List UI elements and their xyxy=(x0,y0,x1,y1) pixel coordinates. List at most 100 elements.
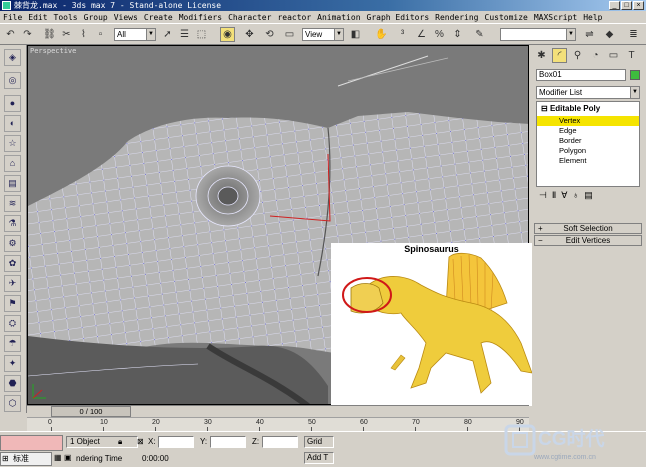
selection-filter-dropdown[interactable]: All ▼ xyxy=(114,28,156,41)
tool-icon-11[interactable]: ✿ xyxy=(4,255,21,272)
tool-icon-1[interactable]: ◈ xyxy=(4,49,21,66)
percent-snap-icon[interactable]: % xyxy=(432,27,447,42)
create-tab-icon[interactable]: ✱ xyxy=(534,48,549,63)
select-object-icon[interactable]: ▫ xyxy=(93,27,108,42)
menu-item-reactor[interactable]: reactor xyxy=(277,11,311,23)
modify-tab-icon[interactable]: ◜ xyxy=(552,48,567,63)
rollout-edit-vertices[interactable]: − Edit Vertices xyxy=(534,235,642,246)
lock-selection-icon[interactable]: 🔒︎ xyxy=(118,437,122,447)
maxscript-listener[interactable] xyxy=(0,435,63,451)
tool-icon-7[interactable]: ▤ xyxy=(4,175,21,192)
reference-coordinate-dropdown[interactable]: View ▼ xyxy=(302,28,344,41)
hierarchy-tab-icon[interactable]: ⚲ xyxy=(570,48,585,63)
menu-item-create[interactable]: Create xyxy=(144,11,173,23)
configure-sets-icon[interactable]: ▤ xyxy=(584,188,593,202)
select-arrow-icon[interactable]: ➚ xyxy=(160,27,175,42)
menu-item-edit[interactable]: Edit xyxy=(28,11,47,23)
tool-icon-4[interactable]: ◐ xyxy=(4,115,21,132)
tool-icon-10[interactable]: ⚙ xyxy=(4,235,21,252)
make-unique-icon[interactable]: ∀ xyxy=(561,188,567,202)
subobject-polygon[interactable]: Polygon xyxy=(537,146,639,156)
menu-item-group[interactable]: Group xyxy=(84,11,108,23)
tool-icon-12[interactable]: ✈ xyxy=(4,275,21,292)
rotate-icon[interactable]: ⟲ xyxy=(262,27,277,42)
viewport-label[interactable]: Perspective xyxy=(30,47,76,55)
layer-manager-icon[interactable]: ≣ xyxy=(626,27,641,42)
bind-space-warp-icon[interactable]: ⌇ xyxy=(76,27,91,42)
move-icon[interactable]: ✥ xyxy=(242,27,257,42)
subobject-vertex[interactable]: Vertex xyxy=(537,116,639,126)
select-by-name-icon[interactable]: ☰ xyxy=(177,27,192,42)
x-coordinate-field[interactable] xyxy=(158,436,194,448)
menu-item-tools[interactable]: Tools xyxy=(54,11,78,23)
remove-modifier-icon[interactable]: ♁ xyxy=(572,188,579,202)
menu-item-customize[interactable]: Customize xyxy=(485,11,528,23)
named-selection-sets-dropdown[interactable]: ▼ xyxy=(500,28,576,41)
menu-item-rendering[interactable]: Rendering xyxy=(435,11,478,23)
stack-title[interactable]: Editable Poly xyxy=(550,104,600,113)
tool-icon-18[interactable]: ⬡ xyxy=(4,395,21,412)
menu-item-views[interactable]: Views xyxy=(114,11,138,23)
subobject-edge[interactable]: Edge xyxy=(537,126,639,136)
absolute-mode-icon[interactable]: ⊠ xyxy=(137,437,144,446)
show-end-result-icon[interactable]: Ⅱ xyxy=(552,188,556,202)
link-icon[interactable]: ⛓ xyxy=(42,27,57,42)
menu-item-maxscript[interactable]: MAXScript xyxy=(534,11,577,23)
undo-icon[interactable]: ↶ xyxy=(3,27,18,42)
tool-icon-13[interactable]: ⚑ xyxy=(4,295,21,312)
tool-icon-9[interactable]: ⚗ xyxy=(4,215,21,232)
close-button[interactable]: × xyxy=(633,1,644,10)
modifier-list-dropdown[interactable]: Modifier List ▼ xyxy=(536,86,640,99)
spinner-snap-icon[interactable]: ⇕ xyxy=(450,27,465,42)
viewport-nav-icon[interactable]: ▦ xyxy=(54,453,62,462)
redo-icon[interactable]: ↷ xyxy=(20,27,35,42)
mirror-icon[interactable]: ⇌ xyxy=(582,27,597,42)
minimize-button[interactable]: _ xyxy=(609,1,620,10)
tool-icon-14[interactable]: ⛭ xyxy=(4,315,21,332)
add-time-tag[interactable]: Add T xyxy=(304,452,334,464)
zoom-icon[interactable]: ▣ xyxy=(64,453,72,462)
object-name-field[interactable]: Box01 xyxy=(536,69,626,81)
tool-icon-5[interactable]: ☆ xyxy=(4,135,21,152)
menu-item-character[interactable]: Character xyxy=(228,11,271,23)
y-coordinate-field[interactable] xyxy=(210,436,246,448)
angle-snap-icon[interactable]: ∠ xyxy=(414,27,429,42)
named-selection-icon[interactable]: ✎ xyxy=(472,27,487,42)
menu-item-file[interactable]: File xyxy=(3,11,22,23)
time-slider[interactable]: 0 / 100 xyxy=(27,405,529,417)
snap-toggle-icon[interactable]: ³ xyxy=(395,27,410,42)
scale-icon[interactable]: ▭ xyxy=(282,27,297,42)
tool-icon-3[interactable]: ● xyxy=(4,95,21,112)
expand-icon[interactable]: ⊟ xyxy=(541,104,550,113)
tool-icon-6[interactable]: ⌂ xyxy=(4,155,21,172)
align-icon[interactable]: ◆ xyxy=(602,27,617,42)
window-crossing-icon[interactable]: ◉ xyxy=(220,27,235,42)
tool-icon-8[interactable]: ≋ xyxy=(4,195,21,212)
menu-item-graph-editors[interactable]: Graph Editors xyxy=(367,11,430,23)
z-coordinate-field[interactable] xyxy=(262,436,298,448)
subobject-element[interactable]: Element xyxy=(537,156,639,166)
motion-tab-icon[interactable]: ◔ xyxy=(588,48,603,63)
pin-stack-icon[interactable]: ⊣ xyxy=(539,188,547,202)
unlink-icon[interactable]: ✂ xyxy=(59,27,74,42)
select-manipulate-icon[interactable]: ✋ xyxy=(374,27,389,42)
maximize-button[interactable]: □ xyxy=(621,1,632,10)
tool-icon-16[interactable]: ✦ xyxy=(4,355,21,372)
menu-item-animation[interactable]: Animation xyxy=(317,11,360,23)
pivot-center-icon[interactable]: ◧ xyxy=(348,27,363,42)
subobject-border[interactable]: Border xyxy=(537,136,639,146)
tool-icon-2[interactable]: ◎ xyxy=(4,72,21,89)
region-select-icon[interactable]: ⬚ xyxy=(194,27,209,42)
timeline-tick-label: 20 xyxy=(152,419,160,426)
utilities-tab-icon[interactable]: T xyxy=(624,48,639,63)
tool-icon-15[interactable]: ☂ xyxy=(4,335,21,352)
rollout-soft-selection[interactable]: + Soft Selection xyxy=(534,223,642,234)
x-label: X: xyxy=(148,437,156,446)
display-tab-icon[interactable]: ▭ xyxy=(606,48,621,63)
menu-item-help[interactable]: Help xyxy=(583,11,602,23)
menu-item-modifiers[interactable]: Modifiers xyxy=(179,11,222,23)
tool-icon-17[interactable]: ⬣ xyxy=(4,375,21,392)
time-slider-thumb[interactable]: 0 / 100 xyxy=(51,406,131,417)
track-bar[interactable]: 0 10 20 30 40 50 60 70 80 90 xyxy=(27,417,529,431)
object-color-swatch[interactable] xyxy=(630,70,640,80)
